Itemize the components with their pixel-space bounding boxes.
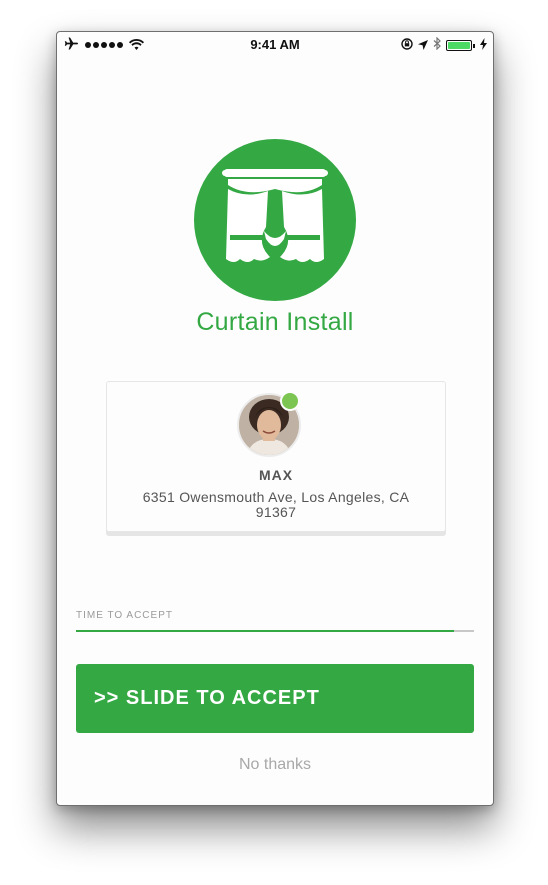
online-status-dot <box>280 391 300 411</box>
time-progress-fill <box>76 630 455 632</box>
customer-address: 6351 Owensmouth Ave, Los Angeles, CA 913… <box>142 489 410 520</box>
slide-to-accept-label: >> SLIDE TO ACCEPT <box>94 687 320 709</box>
status-bar: 9:41 AM <box>57 32 493 58</box>
time-progress-bar <box>76 630 474 632</box>
no-thanks-link[interactable]: No thanks <box>57 756 493 774</box>
charging-icon <box>480 37 487 53</box>
bluetooth-icon <box>433 36 441 53</box>
service-logo <box>194 139 356 301</box>
customer-name: MAX <box>258 467 294 483</box>
customer-card: MAX 6351 Owensmouth Ave, Los Angeles, CA… <box>106 381 446 532</box>
location-arrow-icon <box>418 38 428 53</box>
phone-screen: 9:41 AM Curtain Install MAX 6351 Owensmo… <box>56 31 494 806</box>
slide-to-accept-button[interactable]: >> SLIDE TO ACCEPT <box>76 664 474 733</box>
service-title: Curtain Install <box>196 308 354 336</box>
time-to-accept-label: TIME TO ACCEPT <box>76 610 173 621</box>
status-right <box>401 36 487 53</box>
battery-icon <box>446 39 475 51</box>
curtain-icon <box>222 169 328 262</box>
rotation-lock-icon <box>401 37 413 53</box>
